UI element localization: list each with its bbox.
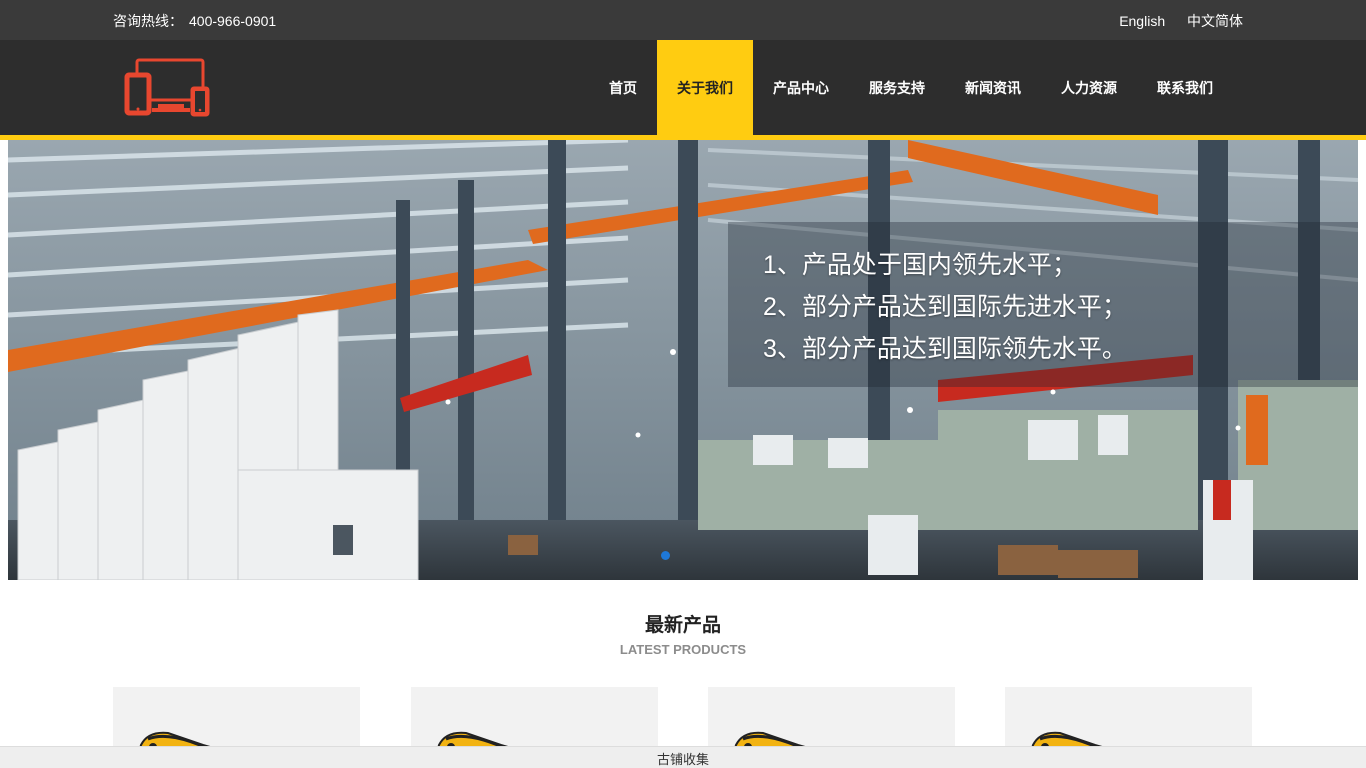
bottom-bar-label[interactable]: 古铺收集 bbox=[657, 749, 709, 768]
lang-chinese-link[interactable]: 中文简体 bbox=[1187, 13, 1243, 29]
nav-item-contact[interactable]: 联系我们 bbox=[1137, 40, 1233, 135]
devices-icon[interactable] bbox=[124, 58, 212, 118]
nav-item-hr[interactable]: 人力资源 bbox=[1041, 40, 1137, 135]
hotline: 咨询热线： 400-966-0901 bbox=[113, 11, 276, 31]
nav-item-products[interactable]: 产品中心 bbox=[753, 40, 849, 135]
slider-indicator-dot[interactable] bbox=[661, 551, 670, 560]
section-subtitle: LATEST PRODUCTS bbox=[619, 642, 747, 657]
nav-item-service[interactable]: 服务支持 bbox=[849, 40, 945, 135]
nav-item-home[interactable]: 首页 bbox=[589, 40, 657, 135]
hero-banner[interactable]: 1、产品处于国内领先水平； 2、部分产品达到国际先进水平； 3、部分产品达到国际… bbox=[8, 140, 1358, 580]
banner-line-3: 3、部分产品达到国际领先水平。 bbox=[763, 335, 1127, 363]
nav-item-about[interactable]: 关于我们 bbox=[657, 40, 753, 135]
top-bar: 咨询热线： 400-966-0901 English 中文简体 bbox=[0, 0, 1366, 40]
hotline-number: 400-966-0901 bbox=[189, 13, 277, 29]
factory-photo bbox=[8, 140, 1358, 580]
language-switcher: English 中文简体 bbox=[1101, 11, 1243, 31]
main-nav: 首页 关于我们 产品中心 服务支持 新闻资讯 人力资源 联系我们 bbox=[589, 40, 1233, 135]
nav-item-news[interactable]: 新闻资讯 bbox=[945, 40, 1041, 135]
banner-text: 1、产品处于国内领先水平； 2、部分产品达到国际先进水平； 3、部分产品达到国际… bbox=[763, 244, 1127, 370]
lang-english-link[interactable]: English bbox=[1119, 13, 1165, 29]
banner-line-2: 2、部分产品达到国际先进水平； bbox=[763, 293, 1127, 321]
banner-line-1: 1、产品处于国内领先水平； bbox=[763, 251, 1077, 279]
header: 首页 关于我们 产品中心 服务支持 新闻资讯 人力资源 联系我们 bbox=[0, 40, 1366, 135]
section-title: 最新产品 bbox=[644, 615, 721, 636]
hotline-label: 咨询热线： bbox=[113, 13, 183, 29]
